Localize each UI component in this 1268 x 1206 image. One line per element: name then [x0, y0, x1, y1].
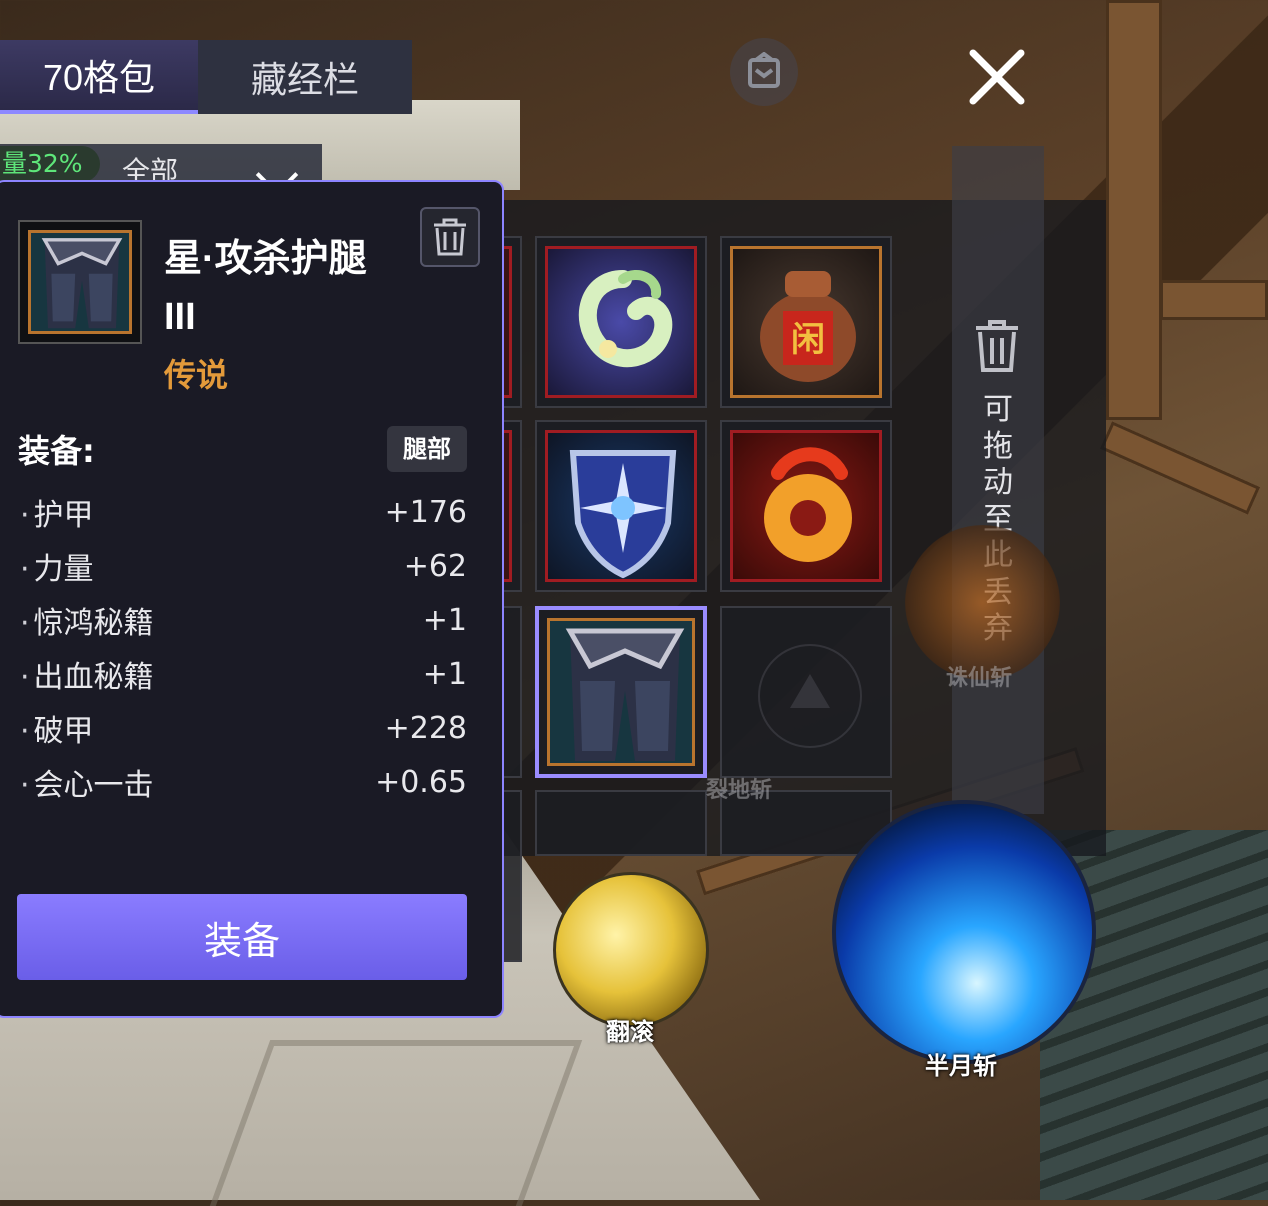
stat-name: 护甲: [20, 490, 94, 534]
inventory-slot[interactable]: 闲: [720, 236, 892, 408]
stat-row: 力量 +62: [20, 544, 467, 588]
jade-dragon-ring-icon: [578, 270, 673, 368]
stat-row: 惊鸿秘籍 +1: [20, 598, 467, 642]
stat-value: +1: [422, 656, 467, 692]
skill-half-moon-icon[interactable]: [832, 800, 1096, 1064]
leg-armor-icon: [41, 238, 123, 329]
stat-value: +228: [384, 710, 467, 746]
skill-roll-label: 翻滚: [606, 1018, 654, 1046]
inventory-slot-selected[interactable]: [535, 606, 707, 778]
item-icon: [18, 220, 142, 344]
stat-value: +62: [403, 548, 467, 584]
item-name: 星·攻杀护腿 III: [164, 238, 367, 338]
stat-name: 破甲: [20, 706, 94, 750]
inventory-slot[interactable]: [535, 236, 707, 408]
inventory-slot[interactable]: [720, 420, 892, 592]
trash-icon: [976, 320, 1018, 372]
skill-half-moon-label: 半月斩: [925, 1052, 997, 1080]
stat-name: 会心一击: [20, 760, 154, 804]
star-shield-icon: [569, 450, 677, 579]
stat-value: +176: [384, 494, 467, 530]
sort-button[interactable]: [730, 38, 798, 106]
delete-item-button[interactable]: [420, 207, 480, 267]
section-label: 装备:: [18, 432, 95, 470]
skill-zhuxian-icon[interactable]: [905, 525, 1060, 680]
close-icon: [969, 49, 1025, 105]
inventory-slot[interactable]: [535, 420, 707, 592]
fire-dragon-jade-icon: [764, 447, 852, 562]
skill-roll-icon[interactable]: [553, 872, 709, 1028]
stat-row: 破甲 +228: [20, 706, 467, 750]
sort-icon: [748, 52, 780, 88]
tab-bag-70[interactable]: 70格包: [0, 40, 198, 114]
equip-slot-badge: 腿部: [387, 426, 467, 472]
inventory-slot-empty[interactable]: [720, 606, 892, 778]
floor-carving: [209, 1040, 583, 1206]
bag-weight-indicator: 量32%: [0, 146, 100, 182]
item-rarity: 传说: [164, 356, 229, 394]
wooden-railing: [1099, 421, 1261, 515]
stat-value: +1: [422, 602, 467, 638]
wooden-pillar: [1106, 0, 1162, 420]
stat-row: 出血秘籍 +1: [20, 652, 467, 696]
stat-row: 会心一击 +0.65: [20, 760, 467, 804]
wine-jar-icon: 闲: [760, 271, 856, 382]
equip-button[interactable]: 装备: [17, 894, 467, 980]
trash-icon: [434, 218, 466, 256]
skill-label: 诛仙斩: [946, 666, 1013, 691]
stat-name: 力量: [20, 544, 94, 588]
wooden-beam: [1160, 280, 1268, 320]
leg-armor-icon: [565, 628, 685, 761]
stat-name: 出血秘籍: [20, 652, 154, 696]
bag-tabs: 70格包 藏经栏: [0, 40, 412, 114]
svg-text:闲: 闲: [791, 320, 825, 360]
stat-name: 惊鸿秘籍: [20, 598, 154, 642]
inventory-slot-empty[interactable]: [535, 790, 707, 856]
tab-scripture[interactable]: 藏经栏: [198, 40, 412, 114]
close-button[interactable]: [962, 42, 1032, 112]
stat-value: +0.65: [375, 764, 467, 800]
stat-row: 护甲 +176: [20, 490, 467, 534]
skill-label: 裂地斩: [706, 778, 773, 803]
